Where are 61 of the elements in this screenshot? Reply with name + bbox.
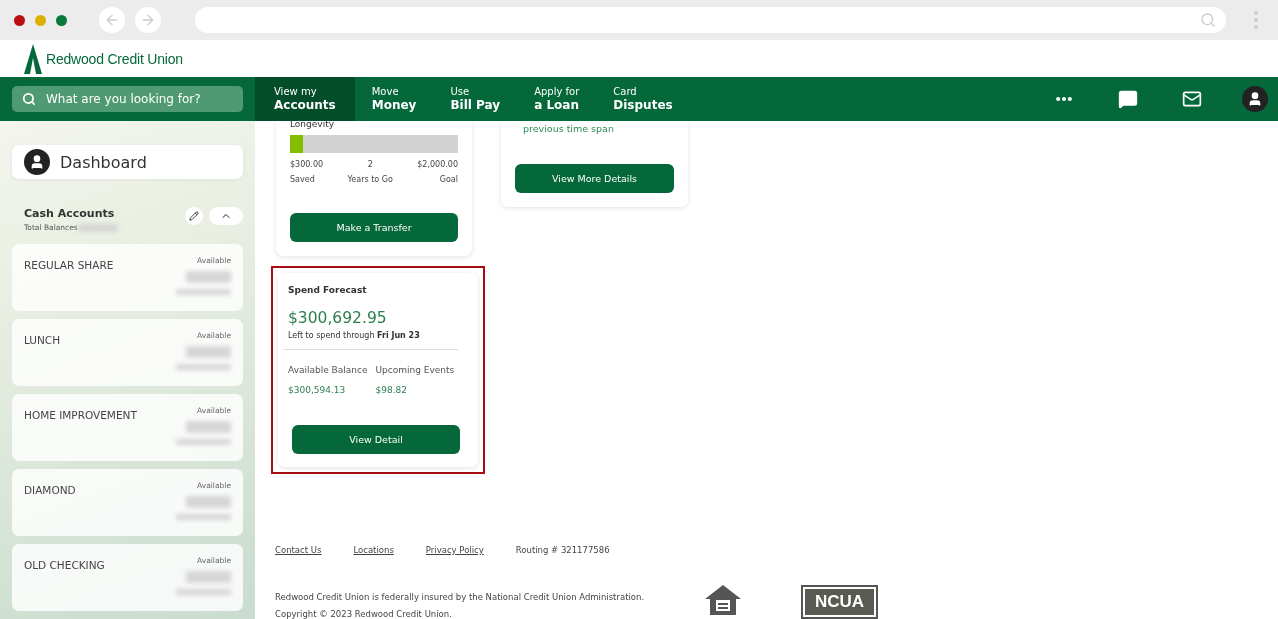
transfer-button[interactable]: Make a Transfer — [290, 213, 458, 242]
nav-tab[interactable]: View my Accounts — [255, 77, 355, 121]
masked-amount — [186, 346, 231, 358]
account-name: REGULAR SHARE — [24, 259, 114, 273]
masked-amount — [186, 571, 231, 583]
masked-amount — [176, 289, 231, 295]
stat-label: Goal — [439, 175, 458, 184]
footer-link[interactable]: Contact Us — [275, 545, 322, 555]
dashboard-header[interactable]: Dashboard — [12, 145, 243, 179]
search-icon — [22, 92, 36, 106]
stat-value: $300.00 — [290, 160, 324, 169]
footer-link[interactable]: Locations — [353, 545, 394, 555]
forecast-amount: $300,692.95 — [288, 309, 388, 327]
insight-text: previous time span — [522, 123, 615, 134]
stat-label: Upcoming Events — [375, 365, 455, 375]
stat-value: 2 — [367, 160, 373, 169]
section-title: Cash Accounts — [24, 207, 116, 220]
ncua-badge: NCUA — [801, 585, 878, 619]
masked-amount — [176, 514, 231, 520]
account-name: OLD CHECKING — [24, 559, 105, 573]
card-title: Spend Forecast — [288, 285, 368, 295]
window-minimize-dot[interactable] — [35, 14, 46, 26]
account-name: LUNCH — [24, 334, 61, 348]
nav-tab[interactable]: Card Disputes — [596, 77, 690, 121]
stat-label: Available Balance — [288, 365, 368, 375]
search-icon — [1200, 12, 1216, 28]
account-name: HOME IMPROVEMENT — [24, 409, 137, 423]
masked-amount — [186, 271, 231, 283]
routing-number: Routing # 321177586 — [515, 545, 610, 555]
masked-amount — [176, 589, 231, 595]
pencil-icon — [189, 211, 199, 221]
stat-label: Years to Go — [347, 175, 393, 184]
nav-tab[interactable]: Apply for a Loan — [517, 77, 597, 121]
forecast-note: Left to spend through Fri Jun 23 — [288, 331, 421, 340]
window-close-dot[interactable] — [14, 14, 25, 26]
masked-amount — [77, 223, 118, 232]
back-arrow-icon — [104, 12, 120, 28]
masked-amount — [176, 439, 231, 445]
window-maximize-dot[interactable] — [56, 14, 67, 26]
stat-value: $98.82 — [375, 385, 408, 395]
stat-value: $300,594.13 — [288, 385, 347, 395]
user-avatar-icon[interactable] — [1242, 86, 1268, 112]
nav-tab[interactable]: Move Money — [354, 77, 434, 121]
nav-tab[interactable]: Use Bill Pay — [433, 77, 518, 121]
masked-amount — [186, 496, 231, 508]
brand-name: Redwood Credit Union — [46, 50, 183, 67]
edit-button[interactable] — [185, 207, 203, 225]
goal-title: Longevity — [290, 121, 335, 129]
masked-amount — [176, 364, 231, 370]
footer-link[interactable]: Privacy Policy — [425, 545, 484, 555]
masked-amount — [186, 421, 231, 433]
stat-label: Saved — [290, 175, 315, 184]
stat-value: $2,000.00 — [417, 160, 458, 169]
insurance-notice: Redwood Credit Union is federally insured by the National Credit Union Administration. — [275, 592, 646, 602]
user-avatar-icon — [24, 149, 50, 175]
account-name: DIAMOND — [24, 484, 76, 498]
search-field[interactable]: What are you looking for? — [12, 86, 243, 112]
copyright-notice: Copyright © 2023 Redwood Credit Union. — [275, 609, 453, 619]
details-button[interactable]: View More Details — [515, 164, 674, 193]
view-detail-button[interactable]: View Detail — [292, 425, 460, 454]
tree-logo-icon — [24, 43, 42, 74]
